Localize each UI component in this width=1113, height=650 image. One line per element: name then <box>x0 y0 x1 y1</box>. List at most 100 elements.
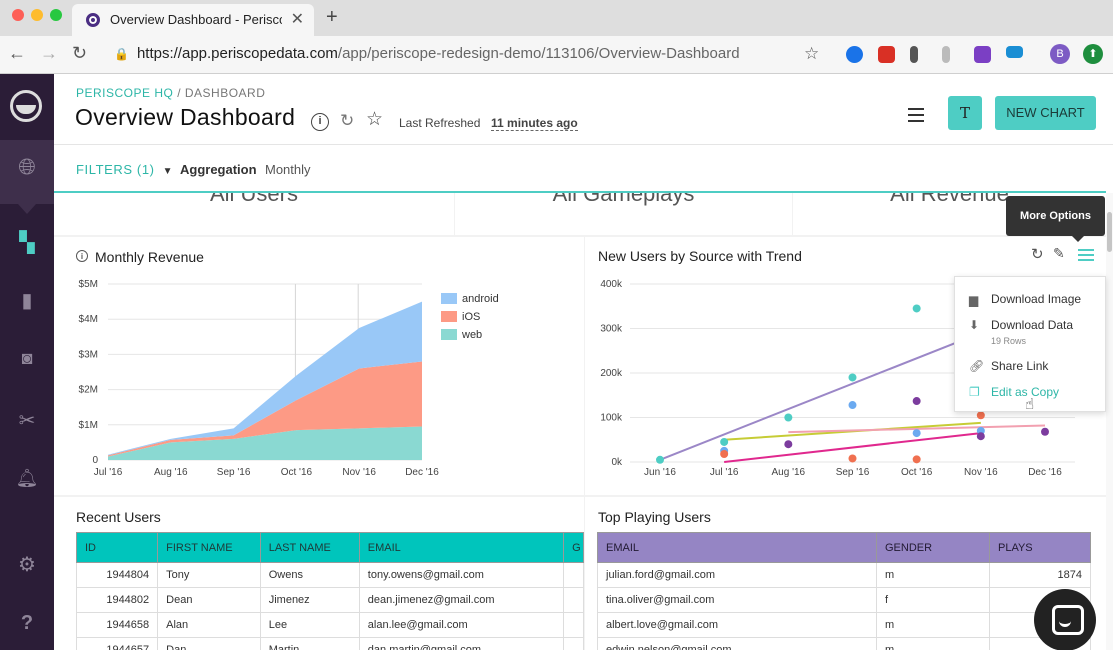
bookmark-star-icon[interactable]: ☆ <box>804 44 819 64</box>
download-icon: ⬇ <box>969 318 980 332</box>
column-header[interactable]: EMAIL <box>597 532 877 563</box>
y-tick-label: $1M <box>79 420 98 431</box>
discover-icon[interactable]: ◙ <box>0 348 54 369</box>
breadcrumb-separator: / <box>173 86 185 100</box>
extension-chat-icon[interactable] <box>1006 46 1023 58</box>
cell-email: dean.jimenez@gmail.com <box>358 587 565 613</box>
settings-gear-icon[interactable]: ⚙ <box>0 552 54 577</box>
breadcrumb-org-link[interactable]: PERISCOPE HQ <box>76 86 173 100</box>
cell-gender <box>563 612 584 638</box>
tab-close-icon[interactable]: ✕ <box>291 9 304 29</box>
scissors-icon[interactable]: ✂ <box>0 408 54 433</box>
extension-circle-icon[interactable] <box>846 46 863 63</box>
column-header[interactable]: LAST NAME <box>259 532 360 563</box>
table-row[interactable]: julian.ford@gmail.com m 1874 <box>597 562 1091 588</box>
cell-gender: f <box>876 587 990 613</box>
y-tick-label: 100k <box>600 413 623 424</box>
table-row[interactable]: tina.oliver@gmail.com f <box>597 587 1091 613</box>
summary-card-title: All Users <box>209 193 298 206</box>
data-point <box>784 440 793 449</box>
back-arrow-icon[interactable]: ← <box>8 43 26 64</box>
help-question-icon[interactable]: ? <box>0 612 54 635</box>
monthly-revenue-card[interactable]: i Monthly Revenue 0 $1M $2M $3M $4M $5M Jul '1… <box>54 237 584 495</box>
y-tick-label: 300k <box>600 324 623 335</box>
new-chart-button[interactable]: NEW CHART <box>995 96 1096 130</box>
summary-card-users[interactable]: All Users <box>54 193 454 235</box>
column-header[interactable]: PLAYS <box>989 532 1091 563</box>
cell-last-name: Owens <box>259 562 360 588</box>
close-window-button[interactable] <box>12 9 24 21</box>
table-row[interactable]: 1944804 Tony Owens tony.owens@gmail.com <box>75 562 584 588</box>
new-tab-button[interactable]: + <box>326 6 338 29</box>
extension-rocket-icon[interactable] <box>974 46 991 63</box>
summary-card-gameplays[interactable]: All Gameplays <box>455 193 792 235</box>
browser-tab[interactable]: Overview Dashboard - Periscope Data ✕ <box>72 4 314 36</box>
column-header[interactable]: FIRST NAME <box>157 532 261 563</box>
data-point <box>1041 427 1049 436</box>
link-icon: 🔗︎ <box>969 359 985 373</box>
chevron-down-icon: ▼ <box>162 166 174 177</box>
x-tick-label: Jun '16 <box>644 467 676 478</box>
bookmark-icon[interactable]: ▮ <box>0 288 54 313</box>
data-point <box>848 373 857 382</box>
menu-item-share-link[interactable]: Share Link <box>991 359 1048 373</box>
cell-gender: m <box>876 637 990 650</box>
table-row[interactable]: 1944802 Dean Jimenez dean.jimenez@gmail.com <box>75 587 584 613</box>
cell-plays: 1874 <box>989 562 1091 588</box>
extension-feather-icon[interactable] <box>910 46 918 63</box>
scrollbar-thumb[interactable] <box>1107 212 1112 252</box>
app-sidebar: 🌐︎ ▚ ▮ ◙ ✂ 🔔︎ ⚙ ? <box>0 74 54 650</box>
minimize-window-button[interactable] <box>31 9 43 21</box>
y-tick-label: 0 <box>92 455 98 466</box>
update-arrow-icon[interactable]: ⬆ <box>1083 44 1103 64</box>
cell-id: 1944657 <box>75 637 159 650</box>
recent-users-card[interactable]: Recent Users ID FIRST NAME LAST NAME EMA… <box>54 497 584 650</box>
chat-widget-icon[interactable] <box>1034 589 1096 650</box>
column-header[interactable]: ID <box>75 532 159 563</box>
url-field[interactable]: 🔒 https://app.periscopedata.com/app/peris… <box>114 45 740 62</box>
cell-last-name: Lee <box>259 612 360 638</box>
info-icon[interactable]: i <box>311 113 329 131</box>
table-row[interactable]: albert.love@gmail.com m <box>597 612 1091 638</box>
column-header[interactable]: G <box>563 532 584 563</box>
menu-item-download-data[interactable]: Download Data <box>991 318 1073 332</box>
dashboard-icon[interactable]: ▚ <box>0 230 54 255</box>
extension-grey-icon[interactable] <box>942 46 950 63</box>
filters-toggle[interactable]: FILTERS (1) ▼ <box>76 162 173 177</box>
column-header[interactable]: EMAIL <box>358 532 565 563</box>
aggregation-select[interactable]: Monthly <box>265 162 311 177</box>
x-tick-label: Dec '16 <box>1028 467 1062 478</box>
bell-icon[interactable]: 🔔︎ <box>0 468 54 489</box>
column-header[interactable]: GENDER <box>876 532 990 563</box>
table-row[interactable]: edwin.nelson@gmail.com m <box>597 637 1091 650</box>
trend-line <box>659 332 982 461</box>
page-title: Overview Dashboard <box>75 104 296 130</box>
reload-icon[interactable]: ↻ <box>72 43 87 64</box>
globe-icon[interactable]: 🌐︎ <box>0 154 54 180</box>
table-title: Recent Users <box>76 509 161 525</box>
last-refreshed-value[interactable]: 11 minutes ago <box>491 116 578 131</box>
download-data-row-count: 19 Rows <box>991 336 1027 346</box>
menu-item-download-image[interactable]: Download Image <box>991 292 1081 306</box>
y-tick-label: $2M <box>79 385 98 396</box>
maximize-window-button[interactable] <box>50 9 62 21</box>
table-row[interactable]: 1944657 Dan Martin dan.martin@gmail.com <box>75 637 584 650</box>
theme-button[interactable]: T <box>948 96 982 130</box>
forward-arrow-icon[interactable]: → <box>40 43 58 64</box>
dashboard-menu-icon[interactable] <box>908 108 924 122</box>
page-scrollbar[interactable] <box>1106 193 1113 650</box>
table-row[interactable]: 1944658 Alan Lee alan.lee@gmail.com <box>75 612 584 638</box>
header-divider <box>54 144 1113 145</box>
filters-label: FILTERS (1) <box>76 162 155 177</box>
cell-gender: m <box>876 612 990 638</box>
favorite-star-icon[interactable]: ☆ <box>366 108 383 131</box>
top-users-card[interactable]: Top Playing Users EMAIL GENDER PLAYS jul… <box>585 497 1106 650</box>
legend-swatch <box>441 329 457 340</box>
cell-gender <box>563 637 584 650</box>
periscope-logo-icon[interactable] <box>10 90 42 122</box>
y-tick-label: 400k <box>600 279 623 290</box>
profile-avatar[interactable]: B <box>1050 44 1070 64</box>
refresh-icon[interactable]: ↻ <box>340 111 354 131</box>
extension-red-icon[interactable] <box>878 46 895 63</box>
data-point <box>720 437 729 446</box>
